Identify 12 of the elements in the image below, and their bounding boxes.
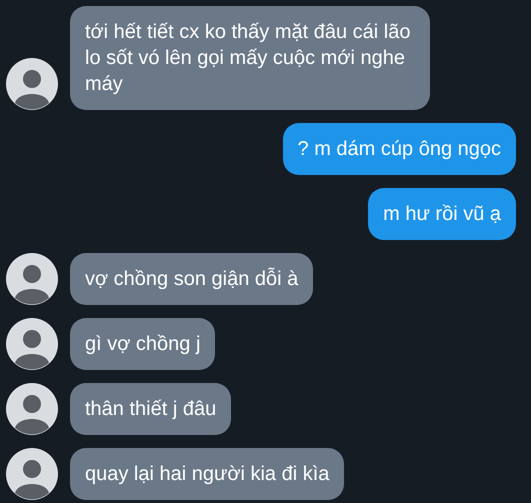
message-bubble: thân thiết j đâu xyxy=(70,383,232,435)
message-bubble: gì vợ chồng j xyxy=(70,318,216,370)
message-bubble: ? m dám cúp ông ngọc xyxy=(282,123,516,175)
message-bubble: tới hết tiết cx ko thấy mặt đâu cái lão lo sốt vó lên gọi mấy cuộc mới nghe máy xyxy=(70,6,430,110)
message-bubble: vợ chồng son giận dỗi à xyxy=(70,253,314,305)
avatar-icon xyxy=(6,58,58,110)
message-bubble: m hư rồi vũ ạ xyxy=(368,188,516,240)
avatar-icon xyxy=(6,253,58,305)
avatar-icon xyxy=(6,383,58,435)
avatar-icon xyxy=(6,448,58,500)
avatar-icon xyxy=(6,318,58,370)
message-bubble: quay lại hai người kia đi kìa xyxy=(70,448,344,500)
